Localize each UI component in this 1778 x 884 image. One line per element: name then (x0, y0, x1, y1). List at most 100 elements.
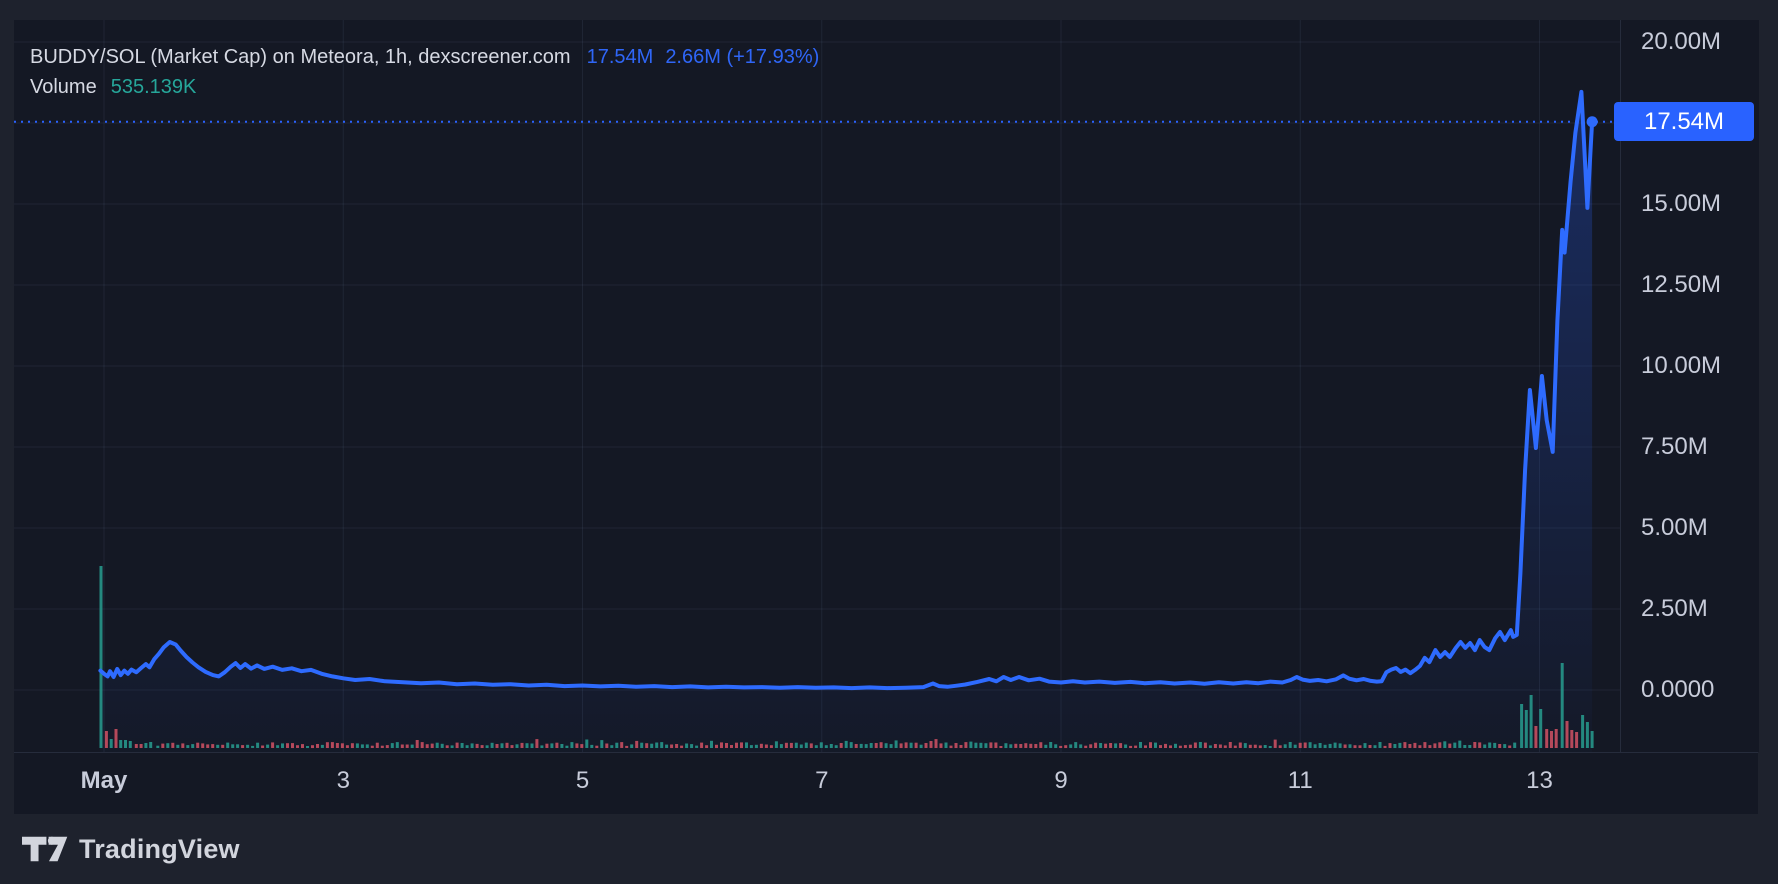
volume-bar (839, 743, 843, 748)
volume-bar (1453, 742, 1457, 748)
volume-bar (296, 745, 299, 748)
volume-bar (1520, 704, 1524, 748)
volume-bar (1303, 742, 1307, 749)
volume-bar (555, 742, 559, 749)
volume-bar (1054, 744, 1058, 749)
legend-change-value: 2.66M (+17.93%) (665, 46, 820, 68)
volume-bar (834, 745, 838, 749)
volume-bar (395, 742, 399, 748)
y-axis-label: 0.0000 (1641, 676, 1715, 703)
volume-bar (1539, 709, 1543, 748)
volume-bar (1313, 744, 1317, 749)
volume-bar (974, 742, 978, 749)
volume-bar (1368, 745, 1372, 749)
volume-bar (420, 742, 424, 749)
volume-bar (1208, 745, 1212, 748)
volume-bar (1129, 745, 1133, 749)
volume-bar (500, 743, 504, 749)
volume-bar (1560, 663, 1564, 748)
volume-bar (350, 743, 354, 749)
volume-bar (1308, 742, 1312, 749)
tradingview-logo[interactable]: TradingView (22, 830, 240, 868)
volume-bar (320, 744, 324, 748)
price-chart-canvas[interactable] (14, 20, 1620, 752)
volume-bar (156, 745, 160, 749)
volume-bar (1468, 745, 1472, 748)
volume-bar (1009, 744, 1013, 748)
volume-bar (745, 742, 748, 749)
volume-bar (201, 743, 205, 749)
time-axis[interactable]: May 3 5 7 9 11 13 (14, 752, 1758, 814)
volume-bar (605, 743, 609, 749)
x-axis-label: 9 (1054, 767, 1068, 794)
volume-bar (1433, 743, 1437, 749)
volume-bar (1223, 745, 1227, 748)
volume-bar (276, 745, 280, 748)
volume-bar (134, 744, 138, 748)
volume-bar (1258, 745, 1262, 749)
volume-bar (1198, 742, 1202, 748)
volume-bar (1493, 742, 1497, 748)
volume-bar (700, 742, 704, 749)
volume-bar (191, 744, 195, 749)
volume-bar (124, 740, 127, 748)
volume-bar (1283, 744, 1287, 748)
volume-bar (505, 742, 509, 748)
volume-bar (525, 743, 529, 749)
current-price-badge: 17.54M (1614, 102, 1754, 142)
volume-bar (1353, 745, 1357, 749)
legend-price-value: 17.54M (586, 46, 654, 68)
volume-bar (1079, 744, 1083, 749)
volume-bar (1388, 743, 1392, 749)
volume-bar (1498, 744, 1502, 748)
y-axis-label: 10.00M (1641, 352, 1722, 379)
volume-bar (1343, 744, 1347, 748)
volume-bar (375, 742, 379, 748)
volume-bar (854, 744, 858, 748)
volume-bar (1378, 742, 1382, 748)
volume-bar (934, 739, 938, 749)
volume-bar (311, 745, 314, 749)
volume-bar (1024, 743, 1028, 748)
volume-bar (1483, 744, 1487, 749)
volume-bar (495, 744, 499, 748)
volume-bar (256, 742, 260, 748)
volume-bar (959, 745, 963, 748)
volume-bar (1473, 742, 1477, 748)
volume-bar (720, 742, 723, 749)
volume-row: Volume 535.139K (30, 72, 819, 102)
volume-bar (1119, 743, 1123, 748)
x-axis-label: 7 (815, 767, 829, 794)
volume-bar (864, 744, 868, 748)
volume-bar (1318, 743, 1322, 748)
volume-bar (430, 743, 434, 749)
volume-bar (884, 743, 888, 749)
volume-bar (740, 742, 743, 749)
volume-bar (650, 743, 654, 749)
y-axis-label: 20.00M (1641, 28, 1722, 55)
volume-bar (530, 743, 534, 749)
volume-bar (1089, 744, 1093, 748)
volume-bar (1333, 742, 1337, 748)
volume-bar (1529, 695, 1533, 748)
volume-bar (1554, 729, 1558, 748)
volume-value: 535.139K (110, 76, 197, 98)
volume-bar (1049, 742, 1053, 748)
volume-bar (271, 742, 275, 748)
volume-bar (1358, 745, 1362, 748)
area-fill (100, 91, 1593, 752)
volume-bar (1565, 721, 1569, 748)
volume-bar (128, 741, 132, 748)
x-axis-label: May (80, 767, 128, 794)
volume-bar (1513, 742, 1517, 748)
volume-bar (1139, 742, 1142, 748)
volume-bar (410, 744, 414, 749)
volume-bar (635, 740, 639, 749)
volume-bar (874, 743, 878, 749)
volume-bar (1069, 744, 1073, 748)
volume-bar (1004, 743, 1008, 749)
volume-bar (660, 742, 664, 749)
volume-bar (585, 739, 589, 748)
volume-bar (1124, 744, 1128, 749)
volume-bar (166, 743, 170, 748)
